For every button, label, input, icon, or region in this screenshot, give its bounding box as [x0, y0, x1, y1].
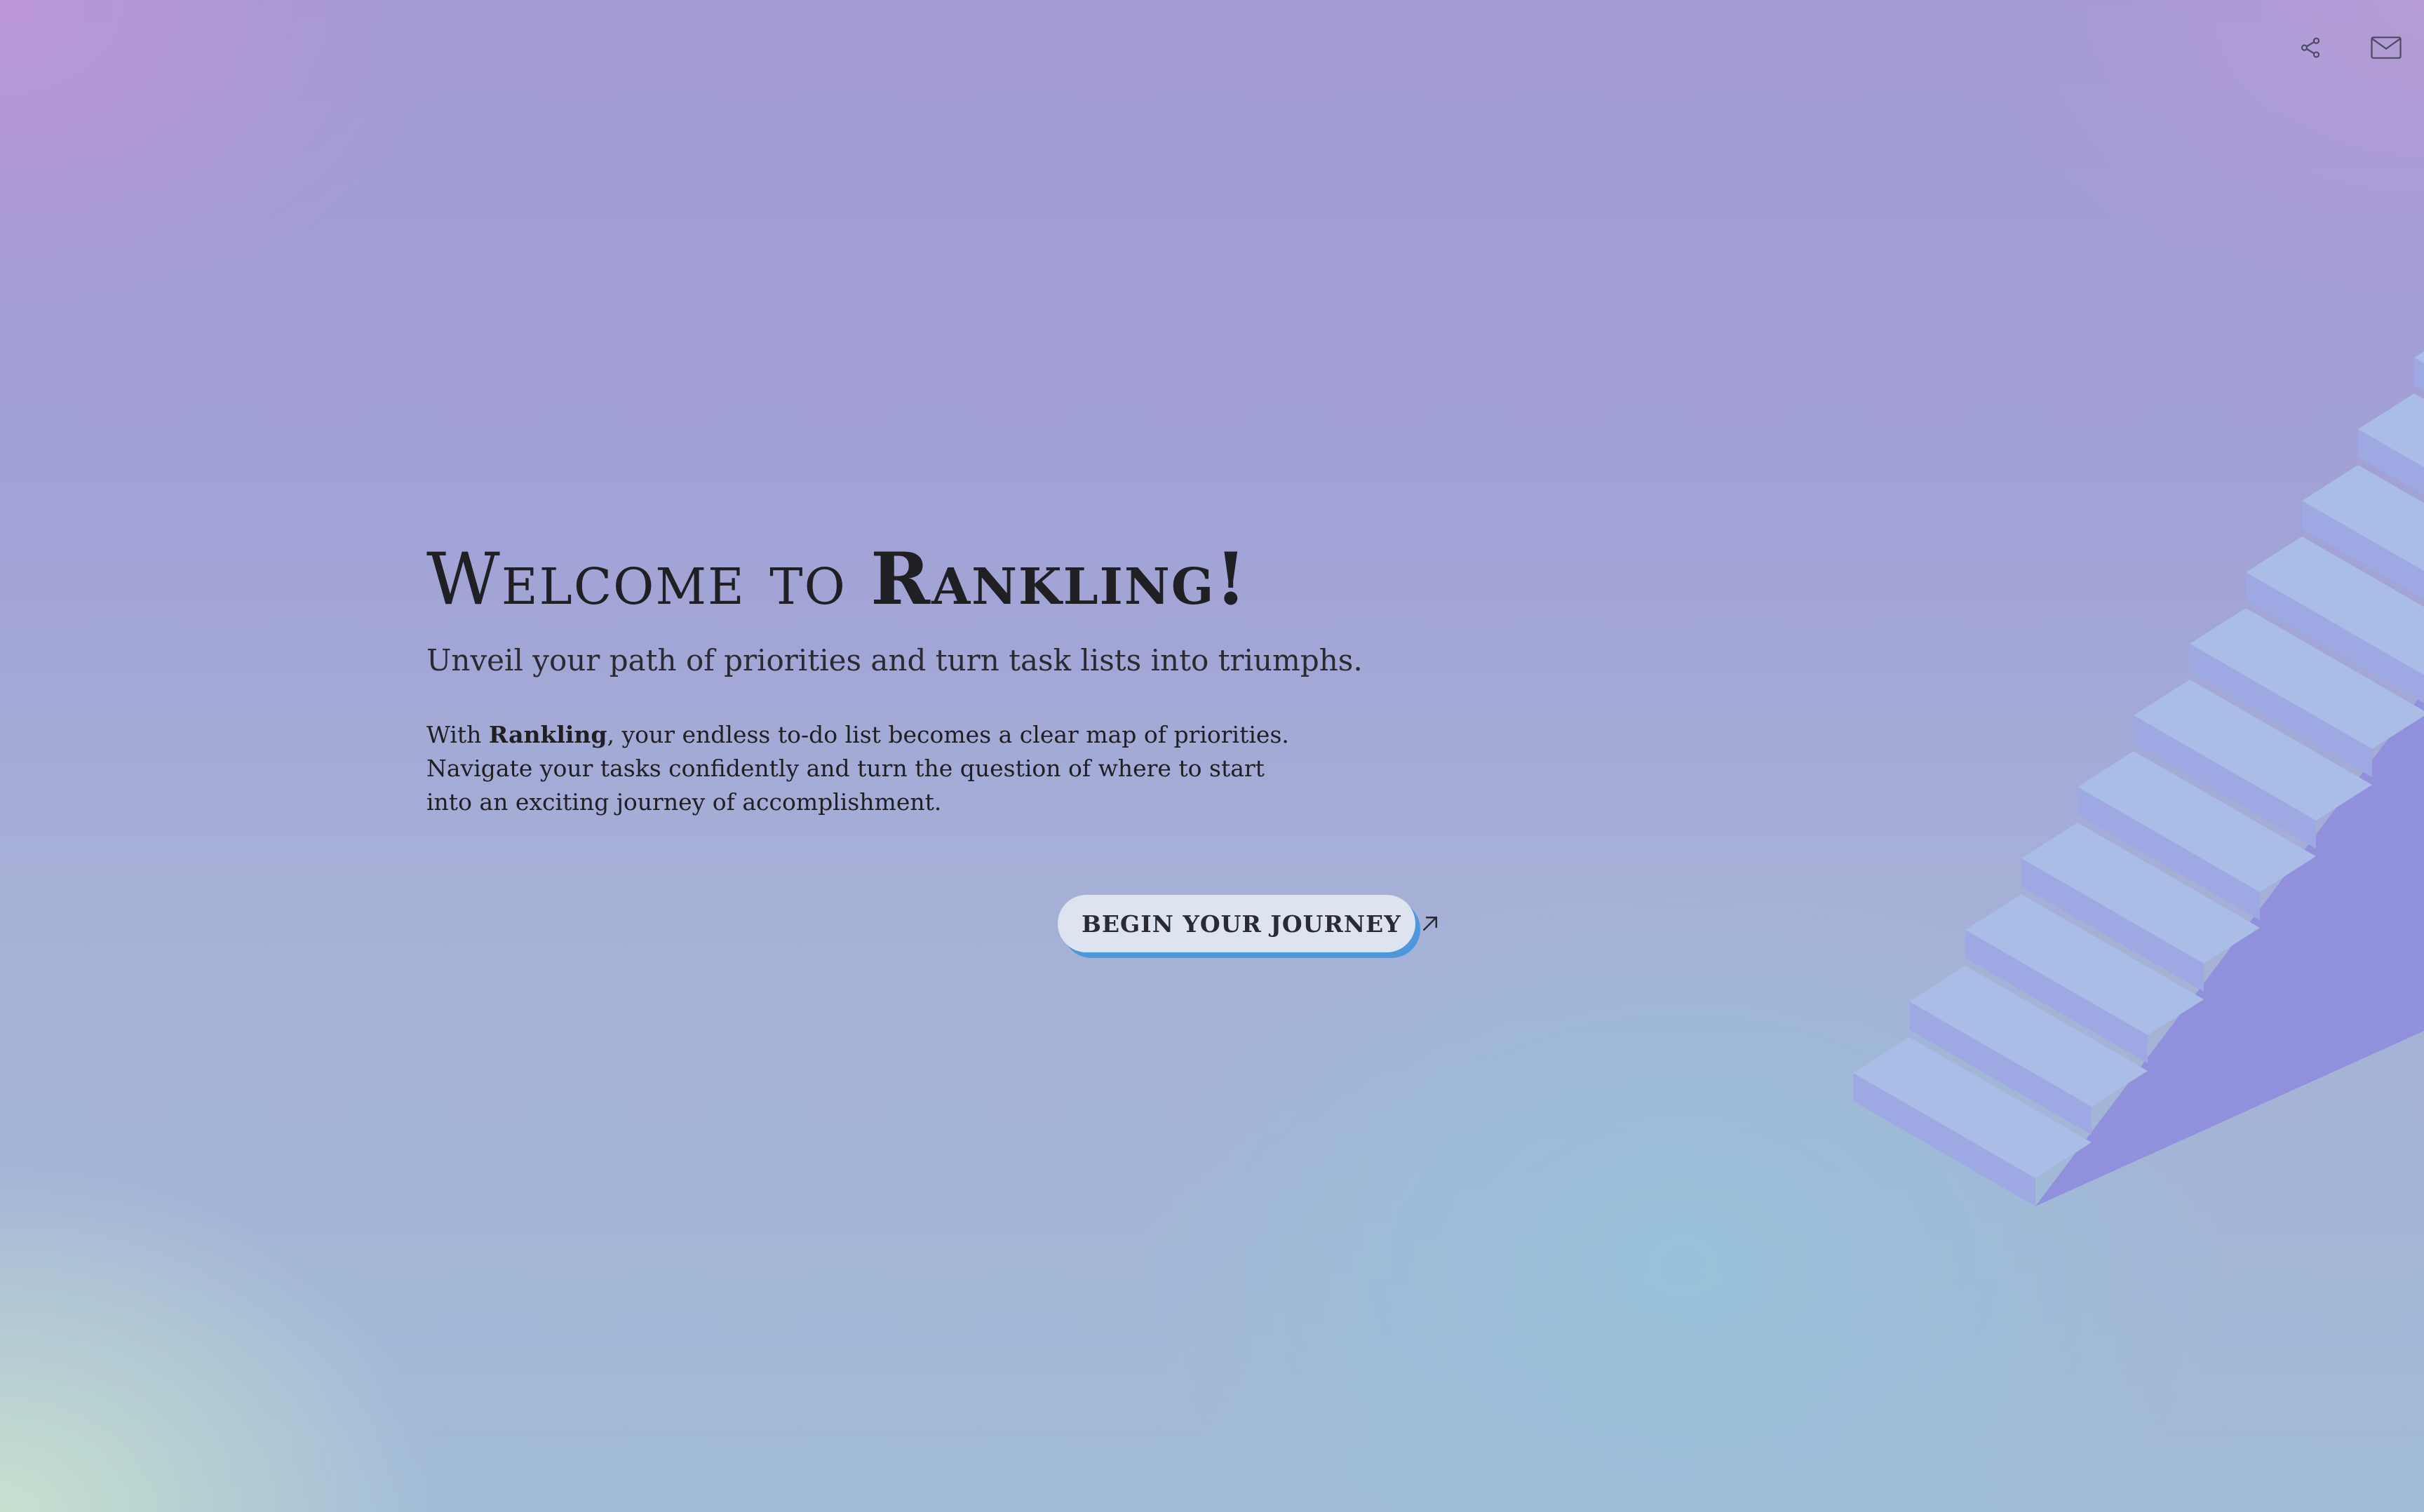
share-icon[interactable]: [2294, 31, 2327, 65]
page-title: Welcome to Rankling!: [426, 540, 1359, 619]
staircase-illustration: [1853, 351, 2424, 1206]
subtitle: Unveil your path of priorities and turn …: [426, 643, 1363, 678]
top-actions: [2294, 31, 2403, 65]
arrow-up-right-icon: [1420, 912, 1441, 936]
intro-paragraph: With Rankling, your endless to-do list b…: [426, 718, 1289, 819]
begin-journey-label: BEGIN YOUR JOURNEY: [1082, 910, 1401, 938]
title-prefix: Welcome to: [426, 538, 871, 621]
body-brand: Rankling: [488, 721, 607, 749]
begin-journey-button[interactable]: BEGIN YOUR JOURNEY: [1058, 895, 1437, 952]
mail-icon[interactable]: [2369, 31, 2403, 65]
hero-section: Welcome to Rankling! Unveil your path of…: [426, 540, 1363, 819]
title-brand: Rankling!: [870, 537, 1248, 621]
body-prefix: With: [426, 721, 489, 749]
